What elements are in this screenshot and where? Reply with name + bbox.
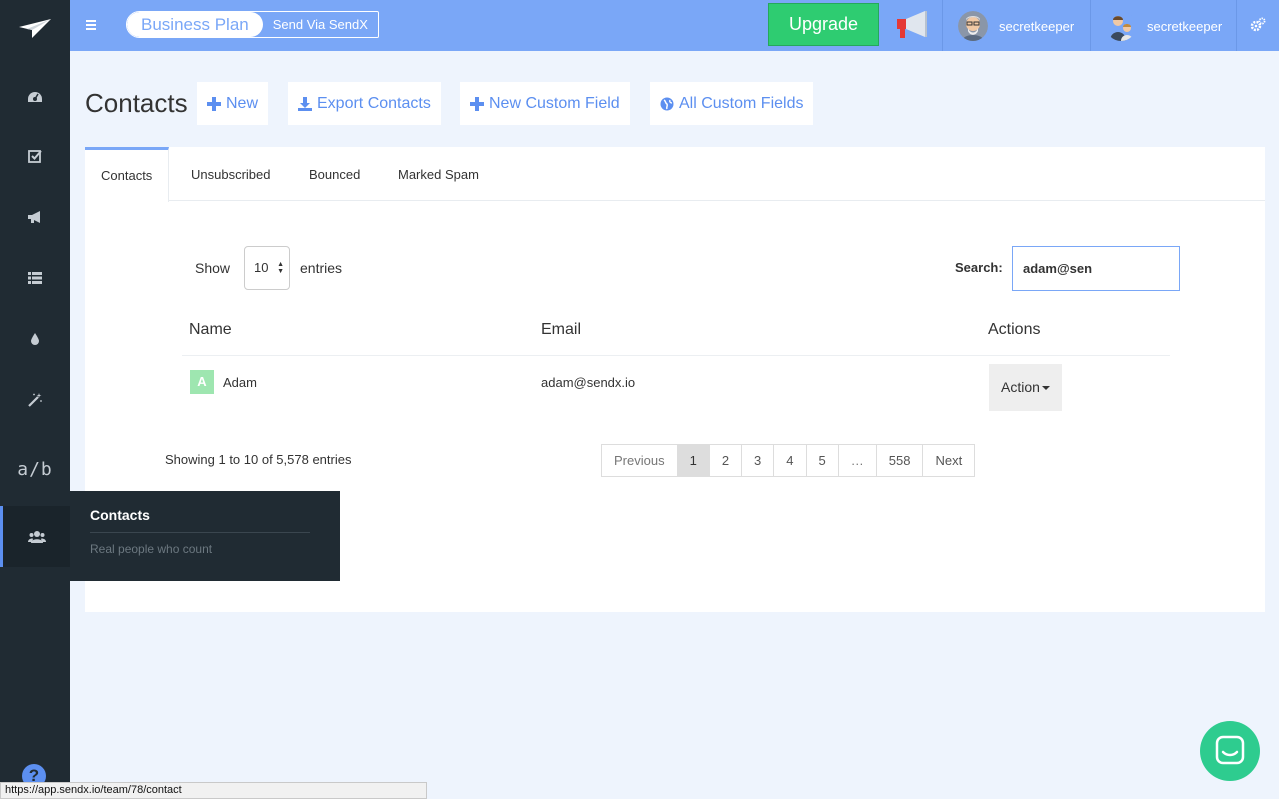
column-header-actions: Actions	[988, 321, 1041, 338]
select-arrows-icon: ▲ ▼	[277, 261, 284, 275]
column-header-email[interactable]: Email	[541, 321, 581, 339]
entries-per-page-select[interactable]: 10 ▲ ▼	[244, 246, 290, 290]
search-label: Search:	[955, 260, 1003, 275]
ab-test-icon: a/b	[17, 458, 53, 480]
pagination-page[interactable]: 558	[875, 445, 923, 476]
user-name: secretkeeper	[999, 18, 1075, 34]
caret-down-icon	[1041, 386, 1050, 391]
tab-marked-spam[interactable]: Marked Spam	[382, 147, 495, 201]
tab-unsubscribed[interactable]: Unsubscribed	[175, 147, 287, 201]
globe-icon	[660, 97, 674, 110]
send-via-sendx-link[interactable]: Send Via SendX	[263, 12, 378, 37]
announcements-megaphone-icon[interactable]	[895, 10, 929, 40]
contact-email: adam@sendx.io	[541, 375, 636, 390]
paper-plane-logo-icon[interactable]	[18, 16, 52, 40]
pagination-page[interactable]: 4	[773, 445, 806, 476]
browser-status-url: https://app.sendx.io/team/78/contact	[0, 782, 427, 799]
sidebar-tooltip: Contacts Real people who count	[70, 491, 340, 581]
search-input[interactable]	[1012, 246, 1180, 291]
pagination-next[interactable]: Next	[922, 445, 975, 476]
user-menu-1[interactable]: secretkeeper	[958, 11, 1074, 41]
user-menu-2[interactable]: secretkeeper	[1106, 11, 1222, 41]
plus-icon	[207, 96, 221, 111]
new-custom-field-button[interactable]: New Custom Field	[460, 82, 630, 125]
page-title: Contacts	[85, 88, 188, 118]
contact-initial-avatar: A	[190, 370, 214, 394]
tooltip-title: Contacts	[90, 507, 150, 523]
new-contact-button[interactable]: New	[197, 82, 269, 125]
sidebar-item-automation[interactable]	[0, 375, 70, 425]
all-custom-fields-button[interactable]: All Custom Fields	[650, 82, 814, 125]
sidebar-item-dashboard[interactable]	[0, 72, 70, 122]
team-avatar-icon	[1106, 11, 1136, 41]
sidebar-item-lists[interactable]	[0, 253, 70, 303]
megaphone-icon	[28, 211, 40, 223]
table-info: Showing 1 to 10 of 5,578 entries	[165, 452, 352, 467]
pagination-page[interactable]: 5	[805, 445, 838, 476]
checkbox-icon	[28, 150, 42, 163]
sidebar-item-campaigns[interactable]	[0, 192, 70, 242]
list-icon	[28, 272, 42, 284]
pagination: Previous 1 2 3 4 5 … 558 Next	[601, 444, 976, 477]
plus-icon	[470, 96, 484, 111]
plan-name-badge[interactable]: Business Plan	[127, 12, 263, 37]
chat-launcher-button[interactable]	[1200, 721, 1260, 781]
sidebar-item-drip[interactable]	[0, 314, 70, 364]
plan-switcher: Business Plan Send Via SendX	[126, 11, 379, 38]
entries-per-page-value: 10	[254, 260, 269, 275]
divider	[942, 0, 943, 51]
top-bar: Business Plan Send Via SendX Upgrade sec…	[70, 0, 1279, 51]
tooltip-subtitle: Real people who count	[90, 542, 213, 556]
export-contacts-label: Export Contacts	[317, 95, 431, 112]
divider	[1236, 0, 1237, 51]
sidebar-item-tasks[interactable]	[0, 131, 70, 181]
column-header-name[interactable]: Name	[189, 321, 232, 339]
user-name: secretkeeper	[1147, 18, 1223, 34]
sidebar-item-ab-test[interactable]: a/b	[0, 444, 70, 494]
pagination-previous[interactable]: Previous	[602, 445, 677, 476]
new-custom-field-label: New Custom Field	[489, 95, 620, 112]
tab-bounced[interactable]: Bounced	[293, 147, 376, 201]
chat-icon	[1215, 735, 1245, 765]
tab-contacts[interactable]: Contacts	[85, 147, 170, 202]
contact-name[interactable]: Adam	[223, 375, 257, 390]
settings-cogs-icon[interactable]	[1250, 17, 1266, 33]
export-contacts-button[interactable]: Export Contacts	[288, 82, 441, 125]
action-dropdown-button[interactable]: Action	[989, 364, 1062, 411]
pagination-page[interactable]: 2	[708, 445, 742, 476]
sidebar: a/b ?	[0, 0, 70, 799]
divider	[1090, 0, 1091, 51]
user-avatar-icon	[958, 11, 988, 41]
tooltip-divider	[90, 532, 310, 533]
hamburger-menu-icon[interactable]	[84, 15, 98, 35]
magic-wand-icon	[28, 393, 42, 407]
download-icon	[298, 96, 312, 111]
pagination-ellipsis: …	[837, 445, 876, 476]
all-custom-fields-label: All Custom Fields	[679, 95, 804, 112]
upgrade-button[interactable]: Upgrade	[768, 3, 879, 46]
table-header-divider	[182, 355, 1170, 356]
pagination-page[interactable]: 3	[741, 445, 774, 476]
action-label: Action	[1001, 379, 1040, 395]
sidebar-item-contacts[interactable]	[0, 506, 70, 567]
new-contact-label: New	[226, 95, 259, 112]
dashboard-icon	[28, 92, 42, 102]
show-label: Show	[195, 260, 231, 276]
drop-icon	[31, 333, 39, 345]
users-icon	[27, 530, 46, 543]
pagination-page[interactable]: 1	[676, 445, 709, 476]
tab-bar: Contacts Unsubscribed Bounced Marked Spa…	[85, 147, 1265, 202]
entries-label: entries	[300, 260, 343, 276]
